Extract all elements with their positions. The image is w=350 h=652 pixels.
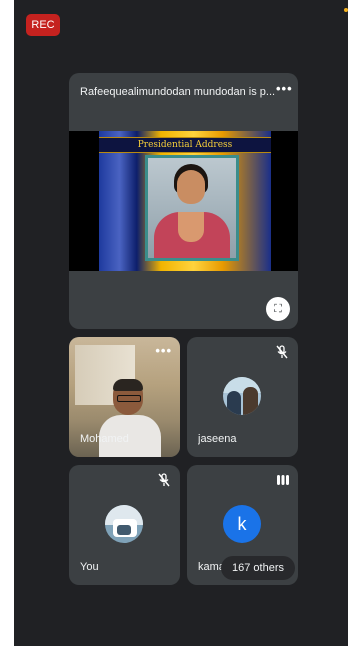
others-count-button[interactable]: 167 others [221,556,295,580]
participant-name: You [80,561,99,573]
slide-banner-text: Presidential Address [99,137,271,153]
participant-name: Mohamed [80,433,129,445]
participant-tile[interactable]: ••• Mohamed [69,337,180,457]
shared-slide: Presidential Address [69,131,298,271]
fullscreen-icon[interactable]: ⛶ [266,297,290,321]
mic-off-icon [276,345,288,359]
presentation-tile[interactable]: Rafeequealimundodan mundodan is p... •••… [69,73,298,329]
recording-badge: REC [26,14,60,36]
presentation-title: Rafeequealimundodan mundodan is p... [80,86,276,98]
participant-tile[interactable]: jaseena [187,337,298,457]
participant-tile[interactable]: You [69,465,180,585]
status-dot [344,8,348,12]
avatar: k [223,505,261,543]
audio-level-icon [277,475,289,485]
avatar [223,377,261,415]
avatar [105,505,143,543]
speaker-portrait [145,155,239,261]
more-horiz-icon[interactable]: ••• [155,343,172,358]
mic-off-icon [158,473,170,487]
participant-name: jaseena [198,433,237,445]
slide-background: Presidential Address [99,131,271,271]
more-horiz-icon[interactable]: ••• [276,81,293,96]
